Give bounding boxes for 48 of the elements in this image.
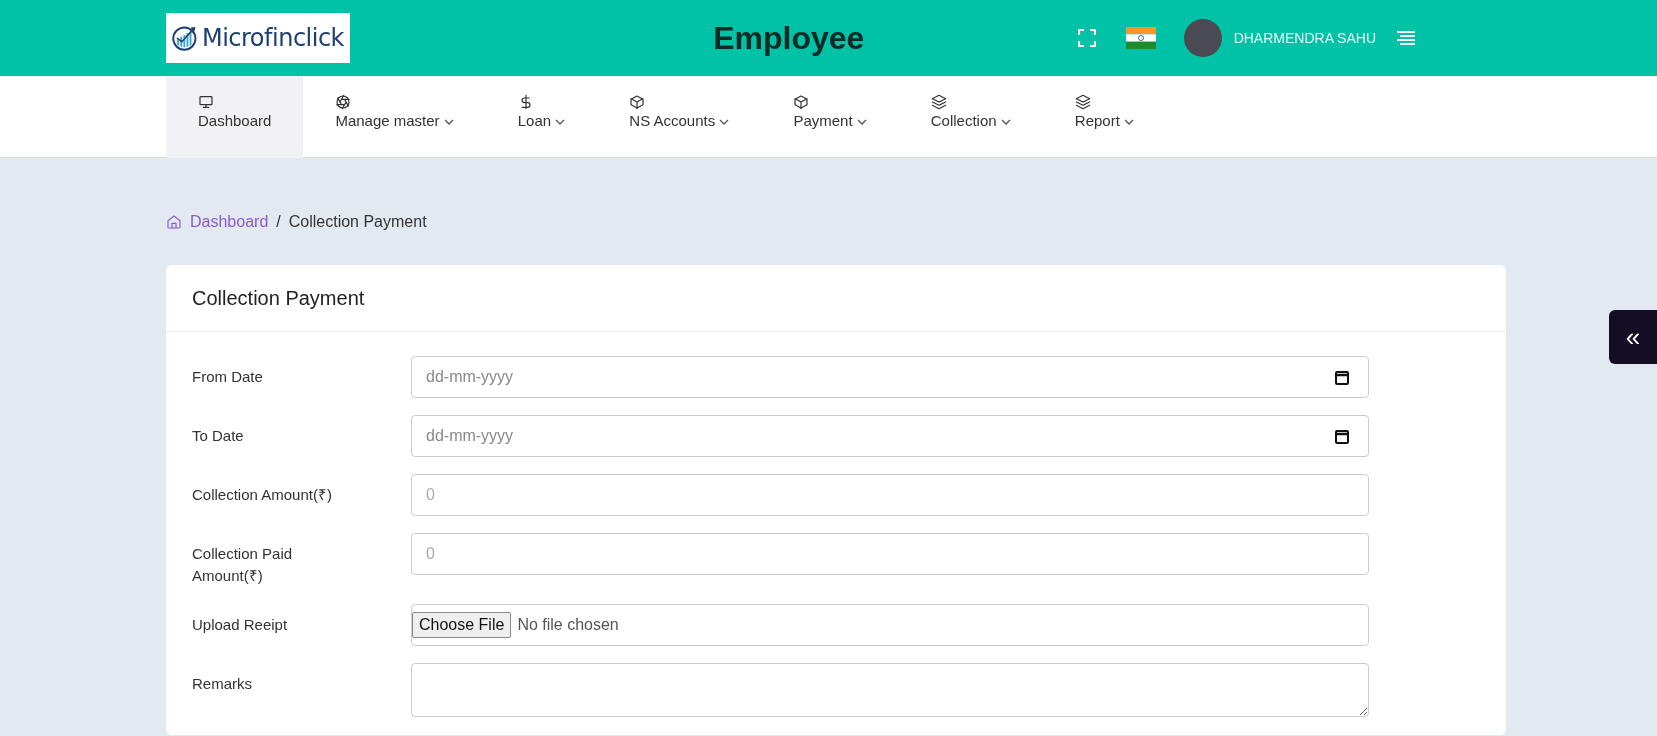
- nav-item[interactable]: Dashboard: [166, 76, 304, 158]
- calendar-icon[interactable]: [1335, 429, 1349, 444]
- amount-field[interactable]: 0: [411, 474, 1369, 516]
- calendar-icon[interactable]: [1335, 370, 1349, 385]
- chevron-down-icon: [1000, 118, 1011, 127]
- breadcrumb-separator: /: [276, 211, 281, 232]
- chevron-down-icon: [1124, 118, 1134, 127]
- flag-icon[interactable]: [1125, 27, 1156, 49]
- field-label: Collection Amount(₹): [192, 485, 333, 505]
- menu-icon[interactable]: [1396, 30, 1416, 46]
- date-field[interactable]: dd-mm-yyyy: [411, 415, 1369, 457]
- monitor-icon: [198, 94, 214, 110]
- card-title: Collection Payment: [166, 265, 1506, 332]
- chevron-down-icon: [719, 118, 730, 127]
- avatar[interactable]: [1183, 19, 1222, 57]
- file-status: No file chosen: [517, 614, 619, 635]
- nav-item[interactable]: Collection: [898, 76, 1043, 158]
- breadcrumb-current: Collection Payment: [288, 211, 427, 232]
- remarks-field[interactable]: [411, 662, 1369, 717]
- nav-item[interactable]: Manage master: [303, 76, 486, 158]
- logo-text: Microfinclick: [201, 23, 344, 54]
- field-label: Upload Reeipt: [192, 614, 289, 635]
- fullscreen-icon[interactable]: [1077, 29, 1096, 47]
- date-field[interactable]: dd-mm-yyyy: [411, 356, 1369, 398]
- nav-item[interactable]: NS Accounts: [597, 76, 762, 158]
- chevron-down-icon: [856, 118, 867, 127]
- layers-icon: [1074, 94, 1091, 110]
- file-field[interactable]: Choose File No file chosen: [411, 603, 1369, 646]
- field-label: Collection Paid Amount(₹): [192, 544, 294, 586]
- collapse-toggle-button[interactable]: «: [1609, 310, 1657, 364]
- nav-item[interactable]: Loan: [485, 76, 598, 158]
- chevron-down-icon: [443, 118, 454, 127]
- field-label: From Date: [192, 367, 264, 387]
- logo[interactable]: Microfinclick: [166, 13, 350, 63]
- cube-icon: [793, 94, 810, 110]
- chevron-down-icon: [555, 118, 566, 127]
- choose-file-button[interactable]: Choose File: [412, 611, 512, 638]
- cube-icon: [629, 94, 646, 110]
- field-label: To Date: [192, 426, 245, 446]
- nav-item[interactable]: Payment: [761, 76, 899, 158]
- field-label: Remarks: [192, 673, 253, 694]
- aperture-icon: [335, 94, 352, 110]
- home-icon: [166, 213, 182, 230]
- amount-field[interactable]: 0: [411, 533, 1369, 575]
- breadcrumb-link[interactable]: Dashboard: [166, 209, 269, 234]
- layers-icon: [930, 94, 947, 110]
- page-title: Employee: [712, 19, 866, 58]
- nav-item[interactable]: Report: [1042, 76, 1166, 158]
